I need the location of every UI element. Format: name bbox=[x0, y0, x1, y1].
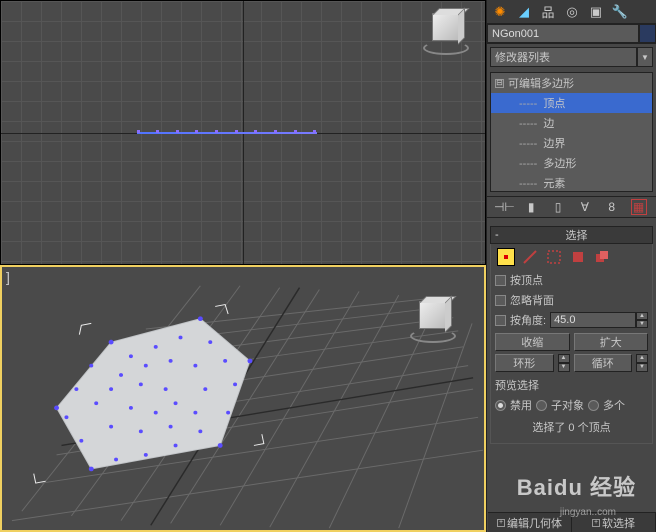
create-tab-icon[interactable]: ✺ bbox=[491, 3, 509, 21]
angle-spinner[interactable] bbox=[550, 312, 636, 328]
show-end-result-icon[interactable]: ▮ bbox=[523, 199, 539, 215]
command-panel: ✺ ◢ 品 ◎ ▣ 🔧 修改器列表 ▼ ⊟可编辑多边形 -----顶点 ----… bbox=[486, 0, 656, 532]
loop-button[interactable]: 循环 bbox=[574, 354, 633, 372]
viewports: ] bbox=[0, 0, 486, 532]
stack-options-icon[interactable]: ▦ bbox=[631, 199, 647, 215]
pin-stack-icon[interactable]: ⊣⊢ bbox=[496, 199, 512, 215]
ignore-backfacing-checkbox[interactable] bbox=[495, 295, 506, 306]
selection-rollout: - 选择 按顶点 忽略背面 bbox=[490, 226, 653, 444]
stack-item-vertex[interactable]: -----顶点 bbox=[491, 93, 652, 113]
ngon-vertices-top[interactable] bbox=[137, 130, 317, 136]
modifier-stack[interactable]: ⊟可编辑多边形 -----顶点 -----边 -----边界 -----多边形 … bbox=[490, 72, 653, 192]
make-unique-icon[interactable]: ▯ bbox=[550, 199, 566, 215]
preview-disable-radio[interactable] bbox=[495, 400, 506, 411]
stack-item-border[interactable]: -----边界 bbox=[491, 133, 652, 153]
viewport-top[interactable] bbox=[0, 0, 486, 265]
viewcube[interactable] bbox=[412, 297, 454, 339]
utilities-tab-icon[interactable]: 🔧 bbox=[611, 3, 629, 21]
vertex-mode-icon[interactable] bbox=[497, 248, 515, 266]
by-angle-checkbox[interactable] bbox=[495, 315, 506, 326]
rollout-title: 选择 bbox=[505, 227, 648, 243]
watermark-url: jingyan..com bbox=[560, 507, 616, 518]
preview-selection-label: 预览选择 bbox=[495, 375, 648, 395]
stack-tools: ⊣⊢ ▮ ▯ ∀ 8 ▦ bbox=[487, 196, 656, 218]
stack-item-edge[interactable]: -----边 bbox=[491, 113, 652, 133]
modify-tab-icon[interactable]: ◢ bbox=[515, 3, 533, 21]
viewport-perspective[interactable]: ] bbox=[0, 265, 486, 532]
by-vertex-checkbox[interactable] bbox=[495, 275, 506, 286]
rollout-header[interactable]: - 选择 bbox=[490, 226, 653, 244]
ring-button[interactable]: 环形 bbox=[495, 354, 554, 372]
preview-disable-label: 禁用 bbox=[510, 397, 532, 413]
modifier-list-dropdown[interactable]: 修改器列表 bbox=[490, 47, 637, 67]
border-mode-icon[interactable] bbox=[545, 248, 563, 266]
preview-multi-radio[interactable] bbox=[588, 400, 599, 411]
spinner-up-icon[interactable]: ▲ bbox=[636, 312, 648, 320]
edge-mode-icon[interactable] bbox=[521, 248, 539, 266]
by-vertex-label: 按顶点 bbox=[510, 272, 543, 288]
stack-header-label: 可编辑多边形 bbox=[508, 75, 574, 91]
display-tab-icon[interactable]: ▣ bbox=[587, 3, 605, 21]
polygon-mode-icon[interactable] bbox=[569, 248, 587, 266]
grow-button[interactable]: 扩大 bbox=[574, 333, 649, 351]
stack-item-element[interactable]: -----元素 bbox=[491, 173, 652, 192]
selection-status: 选择了 0 个顶点 bbox=[495, 415, 648, 439]
object-name-field[interactable] bbox=[487, 24, 639, 43]
subobject-icons bbox=[495, 248, 648, 266]
panel-tabs: ✺ ◢ 品 ◎ ▣ 🔧 bbox=[487, 0, 656, 24]
preview-multi-label: 多个 bbox=[603, 397, 625, 413]
preview-subobj-label: 子对象 bbox=[551, 397, 584, 413]
object-color-swatch[interactable] bbox=[639, 24, 656, 43]
stack-item-polygon[interactable]: -----多边形 bbox=[491, 153, 652, 173]
element-mode-icon[interactable] bbox=[593, 248, 611, 266]
by-angle-label: 按角度: bbox=[510, 312, 546, 328]
preview-subobj-radio[interactable] bbox=[536, 400, 547, 411]
ignore-backfacing-label: 忽略背面 bbox=[510, 292, 554, 308]
hierarchy-tab-icon[interactable]: 品 bbox=[539, 3, 557, 21]
viewcube[interactable] bbox=[425, 9, 467, 51]
chevron-down-icon[interactable]: ▼ bbox=[637, 47, 653, 67]
watermark-brand: Baidu 经验 bbox=[517, 470, 636, 502]
configure-sets-icon[interactable]: 8 bbox=[604, 199, 620, 215]
spinner-down-icon[interactable]: ▼ bbox=[636, 320, 648, 328]
stack-header[interactable]: ⊟可编辑多边形 bbox=[491, 73, 652, 93]
remove-modifier-icon[interactable]: ∀ bbox=[577, 199, 593, 215]
shrink-button[interactable]: 收缩 bbox=[495, 333, 570, 351]
motion-tab-icon[interactable]: ◎ bbox=[563, 3, 581, 21]
